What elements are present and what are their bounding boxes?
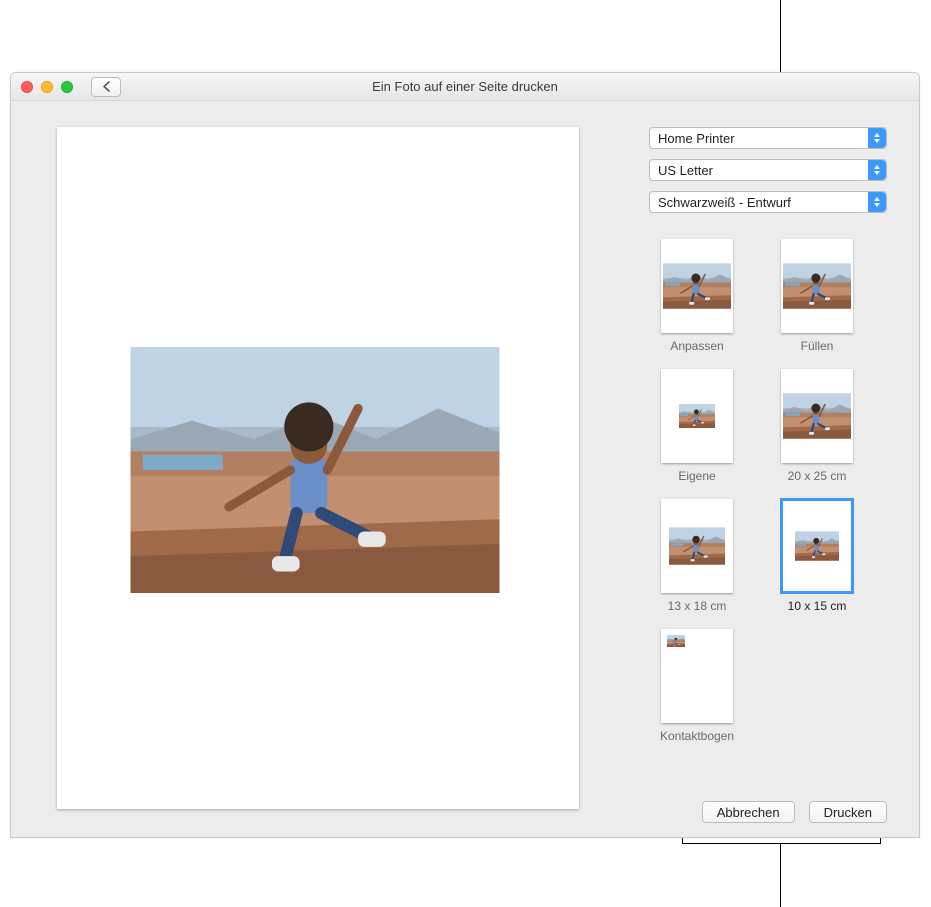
format-thumb (781, 499, 853, 593)
format-option-fit[interactable]: Anpassen (649, 239, 745, 353)
select-arrows-icon (868, 160, 886, 180)
format-label: 20 x 25 cm (788, 469, 847, 483)
paper-size-select-value: US Letter (658, 163, 713, 178)
format-thumb (661, 239, 733, 333)
format-label: Eigene (678, 469, 715, 483)
format-option-fill[interactable]: Füllen (769, 239, 865, 353)
format-thumb (661, 629, 733, 723)
zoom-window-button[interactable] (61, 81, 73, 93)
format-label: Füllen (801, 339, 834, 353)
format-option-10x15[interactable]: 10 x 15 cm (769, 499, 865, 613)
quality-select-value: Schwarzweiß - Entwurf (658, 195, 791, 210)
close-window-button[interactable] (21, 81, 33, 93)
dialog-content: Home Printer US Letter Schwarzweiß - Ent… (11, 101, 919, 837)
format-label: Anpassen (670, 339, 723, 353)
minimize-window-button[interactable] (41, 81, 53, 93)
format-grid: Anpassen Füllen Eigene 20 x 25 cm 13 x 18 cm… (649, 239, 887, 743)
format-option-13x18[interactable]: 13 x 18 cm (649, 499, 745, 613)
select-arrows-icon (868, 192, 886, 212)
format-thumb (661, 369, 733, 463)
select-arrows-icon (868, 128, 886, 148)
window-title: Ein Foto auf einer Seite drucken (11, 79, 919, 94)
format-option-contact[interactable]: Kontaktbogen (649, 629, 745, 743)
chevron-left-icon (102, 81, 111, 92)
format-option-custom[interactable]: Eigene (649, 369, 745, 483)
print-options-sidebar: Home Printer US Letter Schwarzweiß - Ent… (649, 127, 887, 743)
print-preview-photo (129, 347, 501, 593)
paper-size-select[interactable]: US Letter (649, 159, 887, 181)
printer-select-value: Home Printer (658, 131, 735, 146)
cancel-button[interactable]: Abbrechen (702, 801, 795, 823)
format-label: 10 x 15 cm (788, 599, 847, 613)
callout-line-top (780, 0, 781, 72)
format-thumb (661, 499, 733, 593)
format-thumb (781, 369, 853, 463)
format-option-20x25[interactable]: 20 x 25 cm (769, 369, 865, 483)
format-label: Kontaktbogen (660, 729, 734, 743)
dialog-footer: Abbrechen Drucken (702, 801, 887, 823)
print-preview-page (57, 127, 579, 809)
printer-select[interactable]: Home Printer (649, 127, 887, 149)
format-thumb (781, 239, 853, 333)
print-dialog-window: Ein Foto auf einer Seite drucken Home Pr… (10, 72, 920, 838)
callout-line-bottom (780, 843, 781, 907)
quality-select[interactable]: Schwarzweiß - Entwurf (649, 191, 887, 213)
back-button[interactable] (91, 77, 121, 97)
format-label: 13 x 18 cm (668, 599, 727, 613)
traffic-lights (21, 81, 73, 93)
callout-bracket-h (682, 843, 880, 844)
print-button[interactable]: Drucken (809, 801, 887, 823)
titlebar: Ein Foto auf einer Seite drucken (11, 73, 919, 101)
